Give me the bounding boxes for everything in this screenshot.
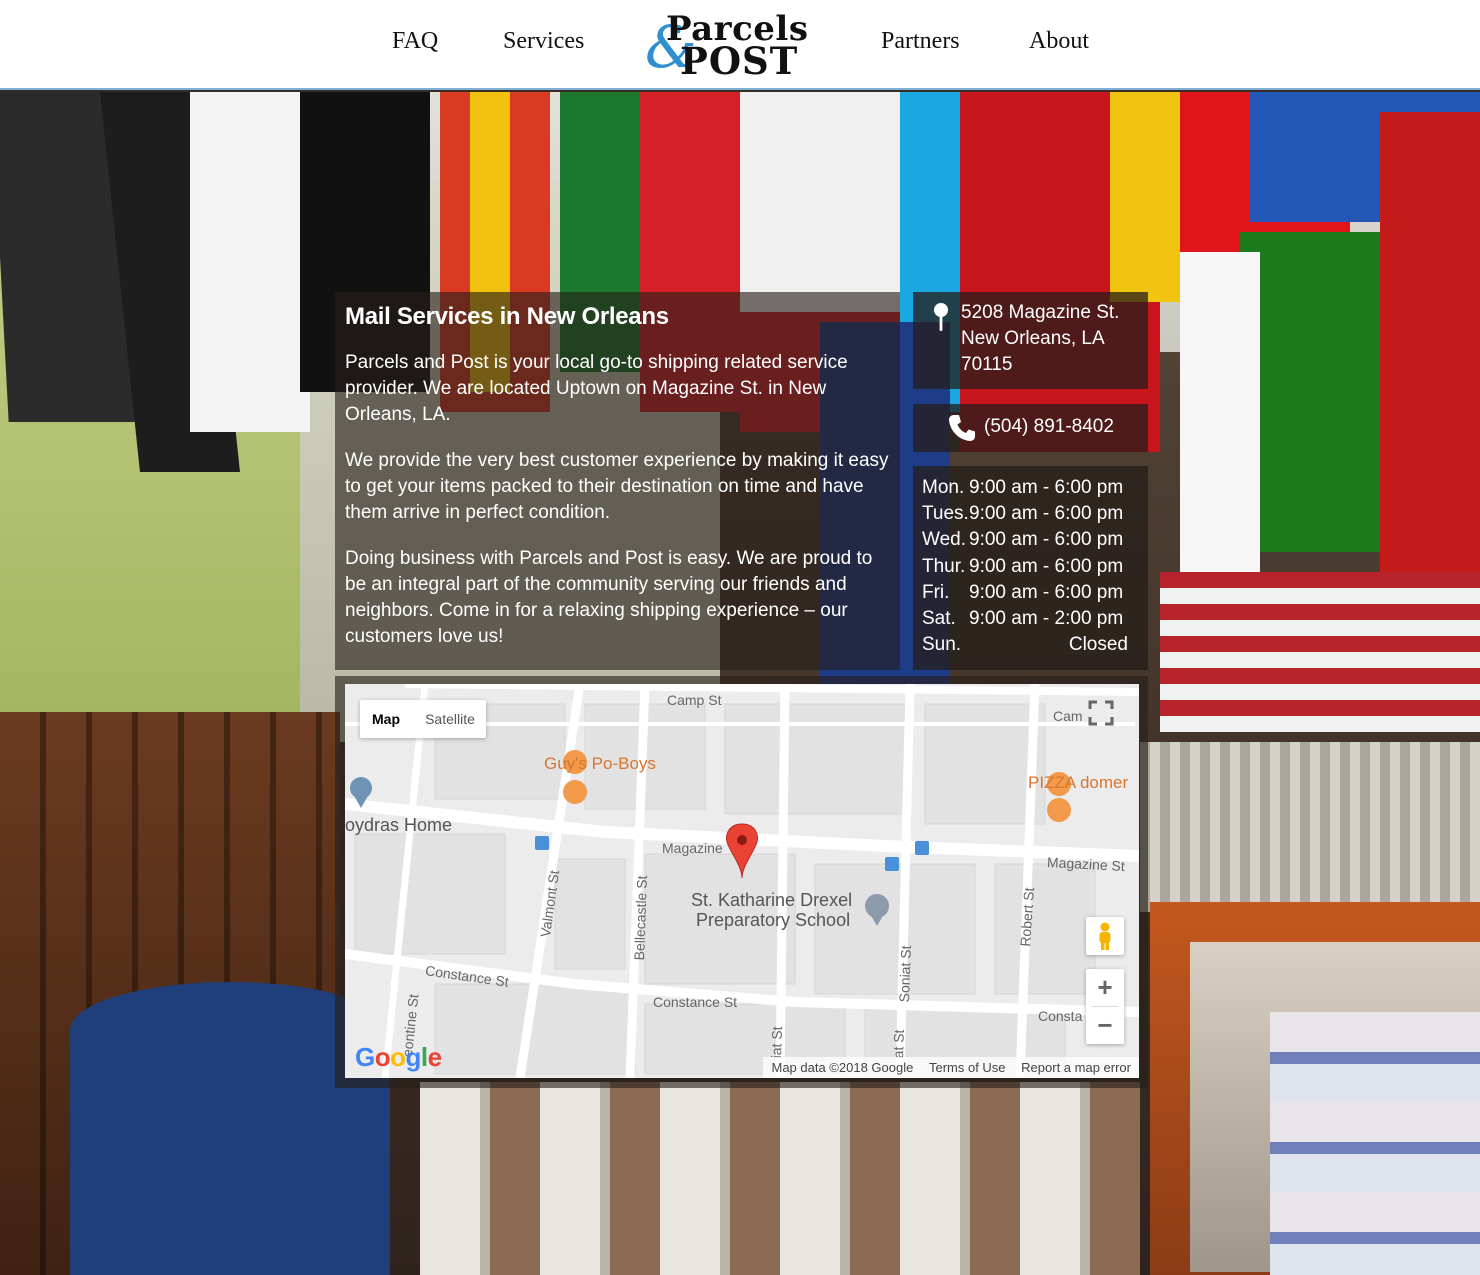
map-pin-icon xyxy=(934,303,948,331)
hours-day: Fri. xyxy=(922,581,950,603)
intro-paragraph: Parcels and Post is your local go-to shi… xyxy=(345,352,848,425)
phone-icon xyxy=(949,415,975,441)
nav-about-link[interactable]: About xyxy=(1029,28,1089,55)
label-constance-st: Constance St xyxy=(653,994,738,1010)
hours-time: 9:00 am - 6:00 pm xyxy=(969,555,1124,577)
logo-word-post: POST xyxy=(680,39,799,83)
hours-row-sat: Sat. 9:00 am - 2:00 pm xyxy=(922,606,1148,632)
map-data-attribution: Map data ©2018 Google xyxy=(771,1060,914,1075)
fullscreen-icon[interactable] xyxy=(1086,698,1116,728)
map-streets xyxy=(345,684,1139,1078)
site-logo[interactable]: & Parcels POST xyxy=(645,10,825,82)
street-view-pegman[interactable] xyxy=(1086,917,1124,955)
nav-partners-link[interactable]: Partners xyxy=(881,28,960,55)
google-logo-letter: e xyxy=(427,1042,442,1072)
google-logo[interactable]: Google xyxy=(355,1042,442,1073)
hours-day: Mon. xyxy=(922,477,965,498)
hours-day: Tues. xyxy=(922,503,969,525)
hours-row-sun: Sun. Closed xyxy=(922,632,1148,658)
google-logo-letter: g xyxy=(405,1042,422,1072)
site-header: FAQ Services & Parcels POST Partners Abo… xyxy=(0,0,1480,90)
nav-faq-link[interactable]: FAQ xyxy=(392,28,438,55)
hours-time: 9:00 am - 2:00 pm xyxy=(969,607,1124,629)
hours-day: Sat. xyxy=(922,607,956,629)
hours-row-thur: Thur. 9:00 am - 6:00 pm xyxy=(922,554,1148,580)
hours-row-wed: Wed. 9:00 am - 6:00 pm xyxy=(922,527,1148,553)
hours-day: Thur. xyxy=(922,555,966,577)
label-pizza-domer[interactable]: PIZZA domer xyxy=(1028,773,1128,793)
terms-of-use-link[interactable]: Terms of Use xyxy=(929,1060,1006,1075)
address-box[interactable]: 5208 Magazine St. New Orleans, LA 70115 xyxy=(913,292,1148,389)
google-logo-text: Google xyxy=(355,1042,442,1073)
label-guys-po-boys[interactable]: Guy's Po-Boys xyxy=(544,754,656,774)
label-soniat-st: Soniat St xyxy=(896,945,914,1003)
experience-paragraph: We provide the very best customer experi… xyxy=(345,450,889,523)
label-constance-st-right: Consta xyxy=(1038,1008,1083,1024)
zoom-control: + − xyxy=(1086,969,1124,1044)
map-type-control: Map Satellite xyxy=(360,700,486,738)
address-line-city: New Orleans, LA xyxy=(961,328,1105,349)
report-map-error-link[interactable]: Report a map error xyxy=(1021,1060,1131,1075)
hours-row-mon: Mon. 9:00 am - 6:00 pm xyxy=(922,475,1148,501)
hours-time: Closed xyxy=(1068,634,1128,656)
phone-box[interactable]: (504) 891-8402 xyxy=(913,404,1148,452)
label-magazine-st: Magazine xyxy=(662,840,723,856)
label-school-line1[interactable]: St. Katharine Drexel xyxy=(691,890,852,911)
google-logo-letter: o xyxy=(374,1042,391,1072)
phone-number[interactable]: (504) 891-8402 xyxy=(984,414,1114,440)
map-footer: Map data ©2018 Google Terms of Use Repor… xyxy=(763,1057,1139,1078)
hours-box: Mon. 9:00 am - 6:00 pm Tues. 9:00 am - 6… xyxy=(913,466,1148,670)
address-line-street: 5208 Magazine St. xyxy=(961,302,1120,323)
hours-day: Sun. xyxy=(922,634,962,656)
about-panel: Mail Services in New Orleans Parcels and… xyxy=(335,292,900,670)
google-logo-letter: G xyxy=(355,1042,375,1072)
hours-time: 9:00 am - 6:00 pm xyxy=(969,477,1124,498)
label-camp-st-right: Cam xyxy=(1053,708,1083,724)
address-line-zip: 70115 xyxy=(961,354,1013,375)
hours-time: 9:00 am - 6:00 pm xyxy=(969,503,1124,525)
nav-services-link[interactable]: Services xyxy=(503,28,584,55)
label-school-line2[interactable]: Preparatory School xyxy=(696,910,850,931)
google-logo-letter: o xyxy=(390,1042,406,1072)
page-title: Mail Services in New Orleans xyxy=(345,303,669,330)
label-bellecastle-st: Bellecastle St xyxy=(631,875,650,961)
label-home[interactable]: oydras Home xyxy=(345,815,452,836)
hours-time: 9:00 am - 6:00 pm xyxy=(969,581,1124,603)
hours-time: 9:00 am - 6:00 pm xyxy=(969,529,1124,551)
google-logo-letter: l xyxy=(420,1042,428,1072)
zoom-out-button[interactable]: − xyxy=(1086,1007,1124,1044)
label-bottom-st-2: at St xyxy=(890,1029,907,1059)
address-text: 5208 Magazine St. New Orleans, LA 70115 xyxy=(961,300,1119,378)
label-camp-st: Camp St xyxy=(667,692,722,708)
map-type-map-button[interactable]: Map xyxy=(360,700,412,738)
pegman-icon xyxy=(1099,922,1111,950)
map-type-satellite-button[interactable]: Satellite xyxy=(414,700,486,738)
label-bottom-st-1: iat St xyxy=(768,1026,786,1059)
hours-row-fri: Fri. 9:00 am - 6:00 pm xyxy=(922,580,1148,606)
google-map[interactable]: Camp St Cam Guy's Po-Boys PIZZA domer oy… xyxy=(345,684,1139,1078)
hours-row-tues: Tues. 9:00 am - 6:00 pm xyxy=(922,501,1148,527)
community-paragraph: Doing business with Parcels and Post is … xyxy=(345,548,873,647)
zoom-in-button[interactable]: + xyxy=(1086,969,1124,1006)
hours-day: Wed. xyxy=(922,529,967,551)
